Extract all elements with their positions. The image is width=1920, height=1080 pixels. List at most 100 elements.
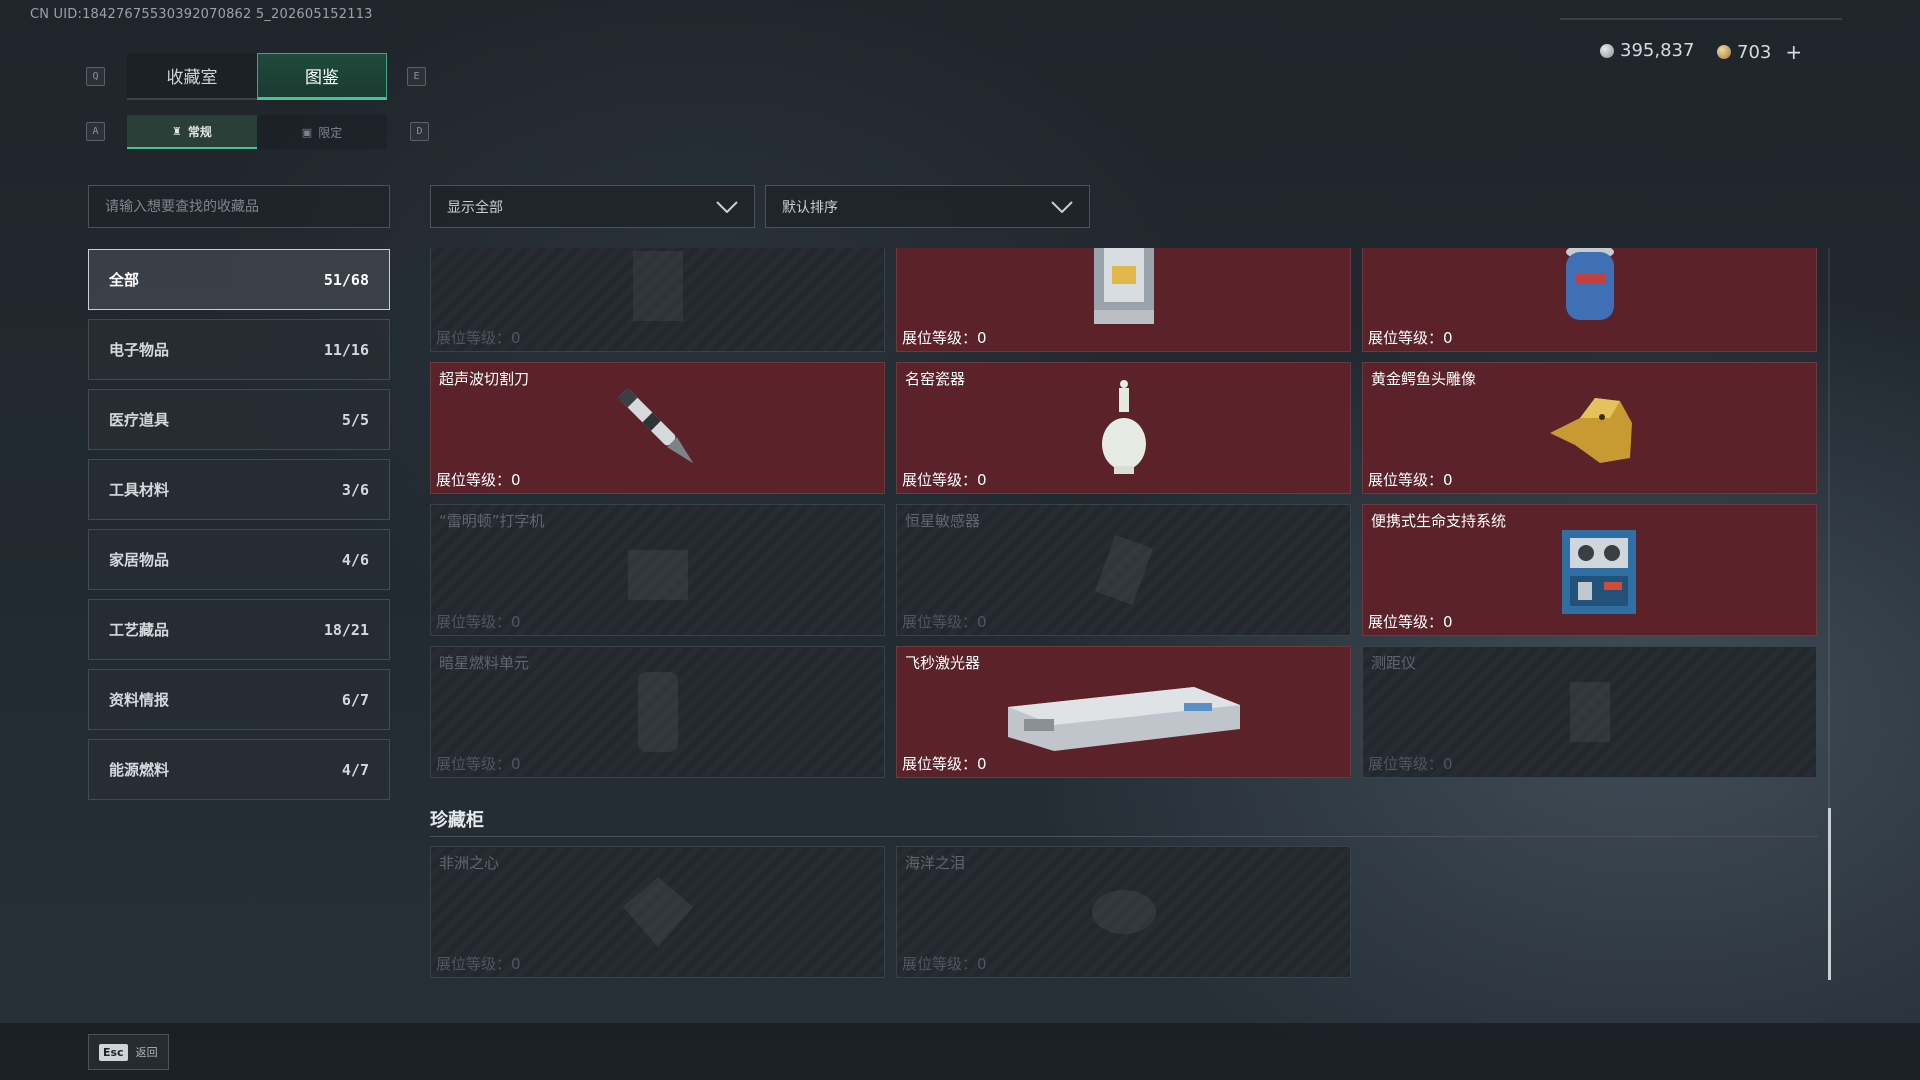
search-box[interactable] — [88, 185, 390, 228]
gas-canister-icon — [1565, 248, 1614, 320]
next-tab-key[interactable]: E — [407, 67, 426, 86]
item-card[interactable]: 展位等级：0 — [896, 248, 1351, 352]
category-label: 电子物品 — [109, 341, 170, 359]
esc-key: Esc — [99, 1043, 128, 1061]
item-name: 超声波切割刀 — [439, 370, 530, 388]
item-card[interactable]: “雷明顿”打字机 展位等级：0 — [430, 504, 885, 636]
femtosecond-laser-icon — [1007, 687, 1240, 751]
sort-dropdown[interactable]: 默认排序 — [765, 185, 1090, 228]
category-crafts[interactable]: 工艺藏品 18/21 — [88, 599, 390, 660]
category-energy[interactable]: 能源燃料 4/7 — [88, 739, 390, 800]
display-level: 展位等级：0 — [1368, 471, 1453, 489]
item-card[interactable]: 飞秒激光器 展位等级：0 — [896, 646, 1351, 778]
rangefinder-icon — [1569, 682, 1610, 742]
category-count: 18/21 — [323, 620, 369, 639]
top-divider — [1560, 18, 1842, 20]
show-filter-value: 显示全部 — [447, 199, 503, 216]
display-level: 展位等级：0 — [1368, 613, 1453, 631]
cabinet-item-card[interactable]: 非洲之心 展位等级：0 — [430, 846, 885, 978]
item-card[interactable]: 超声波切割刀 展位等级：0 — [430, 362, 885, 494]
category-sidebar: 全部 51/68 电子物品 11/16 医疗道具 5/5 工具材料 3/6 家居… — [88, 249, 390, 809]
category-label: 资料情报 — [109, 691, 170, 709]
item-name: 名窑瓷器 — [905, 370, 966, 388]
category-electronics[interactable]: 电子物品 11/16 — [88, 319, 390, 380]
cabinet-item-card[interactable]: 海洋之泪 展位等级：0 — [896, 846, 1351, 978]
fuel-cell-icon — [637, 672, 678, 752]
sub-tabs: ♜ 常规 ▣ 限定 — [127, 115, 387, 149]
item-name: 飞秒激光器 — [905, 654, 981, 672]
item-name: 海洋之泪 — [905, 854, 966, 872]
subtab-limited-label: 限定 — [318, 125, 343, 140]
limited-icon: ▣ — [301, 125, 313, 139]
next-subtab-key[interactable]: D — [410, 122, 429, 141]
item-card[interactable]: 恒星敏感器 展位等级：0 — [896, 504, 1351, 636]
silver-amount: 395,837 — [1620, 40, 1695, 61]
subtab-regular[interactable]: ♜ 常规 — [127, 115, 257, 149]
scrollbar-thumb[interactable] — [1828, 808, 1831, 980]
category-tools[interactable]: 工具材料 3/6 — [88, 459, 390, 520]
back-label: 返回 — [135, 1046, 158, 1059]
item-card[interactable]: 暗星燃料单元 展位等级：0 — [430, 646, 885, 778]
gold-coin-icon — [1717, 45, 1731, 59]
gem-icon — [1091, 890, 1156, 934]
chevron-down-icon — [1051, 200, 1073, 213]
item-card[interactable]: 展位等级：0 — [430, 248, 885, 352]
uid-label: CN UID:18427675530392070862 5_2026051521… — [30, 7, 373, 22]
regular-icon: ♜ — [172, 124, 182, 138]
item-card[interactable]: 便携式生命支持系统 展位等级：0 — [1362, 504, 1817, 636]
main-tabs: 收藏室 图鉴 — [127, 53, 387, 100]
life-support-system-icon — [1561, 530, 1636, 614]
silver-coin-icon — [1600, 43, 1614, 58]
item-card[interactable]: 测距仪 展位等级：0 — [1362, 646, 1817, 778]
star-sensor-icon — [1094, 534, 1153, 606]
diamond-icon — [622, 877, 693, 947]
display-level: 展位等级：0 — [902, 755, 987, 773]
category-intel[interactable]: 资料情报 6/7 — [88, 669, 390, 730]
ultrasonic-knife-icon — [617, 387, 693, 464]
category-count: 5/5 — [341, 410, 369, 429]
subtab-limited[interactable]: ▣ 限定 — [257, 115, 387, 149]
category-label: 工艺藏品 — [109, 621, 170, 639]
back-button[interactable]: Esc 返回 — [88, 1034, 169, 1070]
tab-collection-room[interactable]: 收藏室 — [127, 53, 257, 100]
display-level: 展位等级：0 — [1368, 755, 1453, 773]
category-label: 工具材料 — [109, 481, 170, 499]
category-count: 4/7 — [341, 760, 369, 779]
sort-value: 默认排序 — [782, 199, 838, 216]
item-name: 测距仪 — [1371, 654, 1417, 672]
cabinet-section-title: 珍藏柜 — [430, 810, 484, 831]
category-label: 全部 — [109, 271, 140, 289]
category-household[interactable]: 家居物品 4/6 — [88, 529, 390, 590]
display-level: 展位等级：0 — [436, 755, 521, 773]
category-all[interactable]: 全部 51/68 — [88, 249, 390, 310]
display-level: 展位等级：0 — [902, 329, 987, 347]
show-filter-dropdown[interactable]: 显示全部 — [430, 185, 755, 228]
display-level: 展位等级：0 — [902, 471, 987, 489]
item-card[interactable]: 名窑瓷器 展位等级：0 — [896, 362, 1351, 494]
category-medical[interactable]: 医疗道具 5/5 — [88, 389, 390, 450]
footer-bar — [0, 1023, 1920, 1080]
display-level: 展位等级：0 — [436, 471, 521, 489]
chevron-down-icon — [716, 200, 738, 213]
gold-crocodile-statue-icon — [1549, 398, 1632, 463]
item-name: 暗星燃料单元 — [439, 654, 530, 672]
porcelain-vase-icon — [1101, 380, 1146, 474]
lantern-icon — [1093, 248, 1154, 324]
item-name: 便携式生命支持系统 — [1371, 512, 1507, 530]
add-currency-button[interactable]: + — [1785, 40, 1802, 64]
category-count: 4/6 — [341, 550, 369, 569]
item-card[interactable]: 展位等级：0 — [1362, 248, 1817, 352]
display-level: 展位等级：0 — [436, 955, 521, 973]
item-card[interactable]: 黄金鳄鱼头雕像 展位等级：0 — [1362, 362, 1817, 494]
display-level: 展位等级：0 — [436, 613, 521, 631]
search-input[interactable] — [105, 198, 389, 215]
item-silhouette-icon — [632, 251, 683, 321]
display-level: 展位等级：0 — [902, 613, 987, 631]
display-level: 展位等级：0 — [436, 329, 521, 347]
item-name: 黄金鳄鱼头雕像 — [1371, 370, 1477, 388]
prev-tab-key[interactable]: Q — [86, 67, 105, 86]
section-divider — [430, 836, 1818, 837]
subtab-regular-label: 常规 — [187, 124, 212, 139]
tab-catalog[interactable]: 图鉴 — [257, 53, 387, 100]
prev-subtab-key[interactable]: A — [86, 122, 105, 141]
